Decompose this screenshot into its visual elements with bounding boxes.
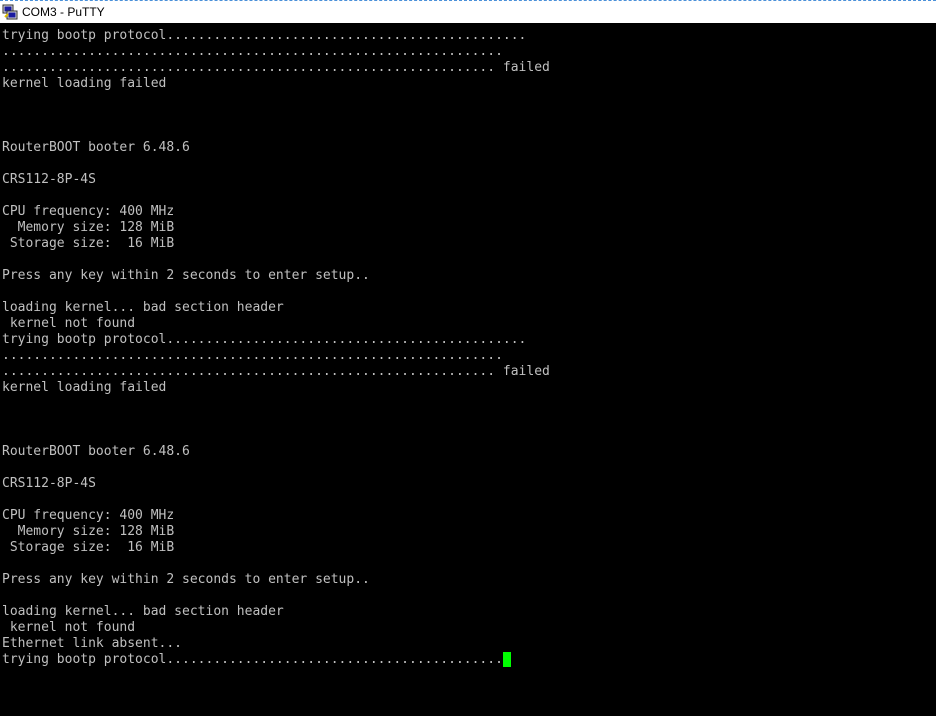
terminal-line: ........................................… — [2, 44, 934, 60]
terminal-line: kernel loading failed — [2, 76, 934, 92]
terminal-line-text: loading kernel... bad section header — [2, 604, 284, 619]
terminal-line-text: kernel not found — [2, 620, 136, 635]
terminal-line-text: kernel loading failed — [2, 76, 167, 91]
terminal-line-text: ........................................… — [2, 348, 503, 363]
terminal-line: loading kernel... bad section header — [2, 300, 934, 316]
terminal-line-text: trying bootp protocol...................… — [2, 28, 527, 43]
terminal-line-text: ........................................… — [2, 44, 503, 59]
terminal-line-text: trying bootp protocol...................… — [2, 332, 527, 347]
putty-icon[interactable] — [2, 4, 18, 20]
terminal-line-text: loading kernel... bad section header — [2, 300, 284, 315]
terminal-line: Storage size: 16 MiB — [2, 540, 934, 556]
terminal-line: Ethernet link absent... — [2, 636, 934, 652]
terminal-line: Press any key within 2 seconds to enter … — [2, 268, 934, 284]
terminal-line: RouterBOOT booter 6.48.6 — [2, 140, 934, 156]
terminal-line-text: Ethernet link absent... — [2, 636, 183, 651]
terminal-line-text: RouterBOOT booter 6.48.6 — [2, 444, 190, 459]
terminal-line: Memory size: 128 MiB — [2, 220, 934, 236]
terminal-line: trying bootp protocol...................… — [2, 652, 934, 668]
terminal-line-text: trying bootp protocol...................… — [2, 652, 503, 667]
terminal-line: CPU frequency: 400 MHz — [2, 508, 934, 524]
text-cursor — [502, 652, 511, 667]
terminal-line: trying bootp protocol...................… — [2, 332, 934, 348]
terminal-line-text: ........................................… — [2, 60, 550, 75]
terminal-line: CRS112-8P-4S — [2, 172, 934, 188]
terminal-line: ........................................… — [2, 348, 934, 364]
terminal-line-text: kernel loading failed — [2, 380, 167, 395]
terminal-line-text: Memory size: 128 MiB — [2, 220, 175, 235]
terminal-line-text: RouterBOOT booter 6.48.6 — [2, 140, 190, 155]
terminal-line: kernel not found — [2, 316, 934, 332]
terminal-line-text: CPU frequency: 400 MHz — [2, 204, 175, 219]
terminal-line-text: Storage size: 16 MiB — [2, 540, 175, 555]
terminal-line: ........................................… — [2, 60, 934, 76]
terminal-line: CRS112-8P-4S — [2, 476, 934, 492]
terminal-line: kernel loading failed — [2, 380, 934, 396]
terminal-line: loading kernel... bad section header — [2, 604, 934, 620]
terminal-line-text: CRS112-8P-4S — [2, 172, 96, 187]
terminal-line-text: Storage size: 16 MiB — [2, 236, 175, 251]
terminal-line: RouterBOOT booter 6.48.6 — [2, 444, 934, 460]
terminal-line-text: Press any key within 2 seconds to enter … — [2, 572, 370, 587]
terminal-line-text: ........................................… — [2, 364, 550, 379]
terminal-line: Memory size: 128 MiB — [2, 524, 934, 540]
terminal-screen[interactable]: trying bootp protocol...................… — [2, 28, 934, 714]
terminal-line-text: Memory size: 128 MiB — [2, 524, 175, 539]
terminal-line: CPU frequency: 400 MHz — [2, 204, 934, 220]
terminal-line: trying bootp protocol...................… — [2, 28, 934, 44]
terminal-line-text: CRS112-8P-4S — [2, 476, 96, 491]
terminal-line: kernel not found — [2, 620, 934, 636]
terminal-line: ........................................… — [2, 364, 934, 380]
terminal-line-text: kernel not found — [2, 316, 136, 331]
window-title: COM3 - PuTTY — [22, 5, 105, 19]
terminal-line-text: CPU frequency: 400 MHz — [2, 508, 175, 523]
terminal-line-text: Press any key within 2 seconds to enter … — [2, 268, 370, 283]
title-bar[interactable]: COM3 - PuTTY — [0, 0, 936, 23]
putty-window: COM3 - PuTTY trying bootp protocol......… — [0, 0, 936, 716]
terminal-line: Storage size: 16 MiB — [2, 236, 934, 252]
terminal-line: Press any key within 2 seconds to enter … — [2, 572, 934, 588]
